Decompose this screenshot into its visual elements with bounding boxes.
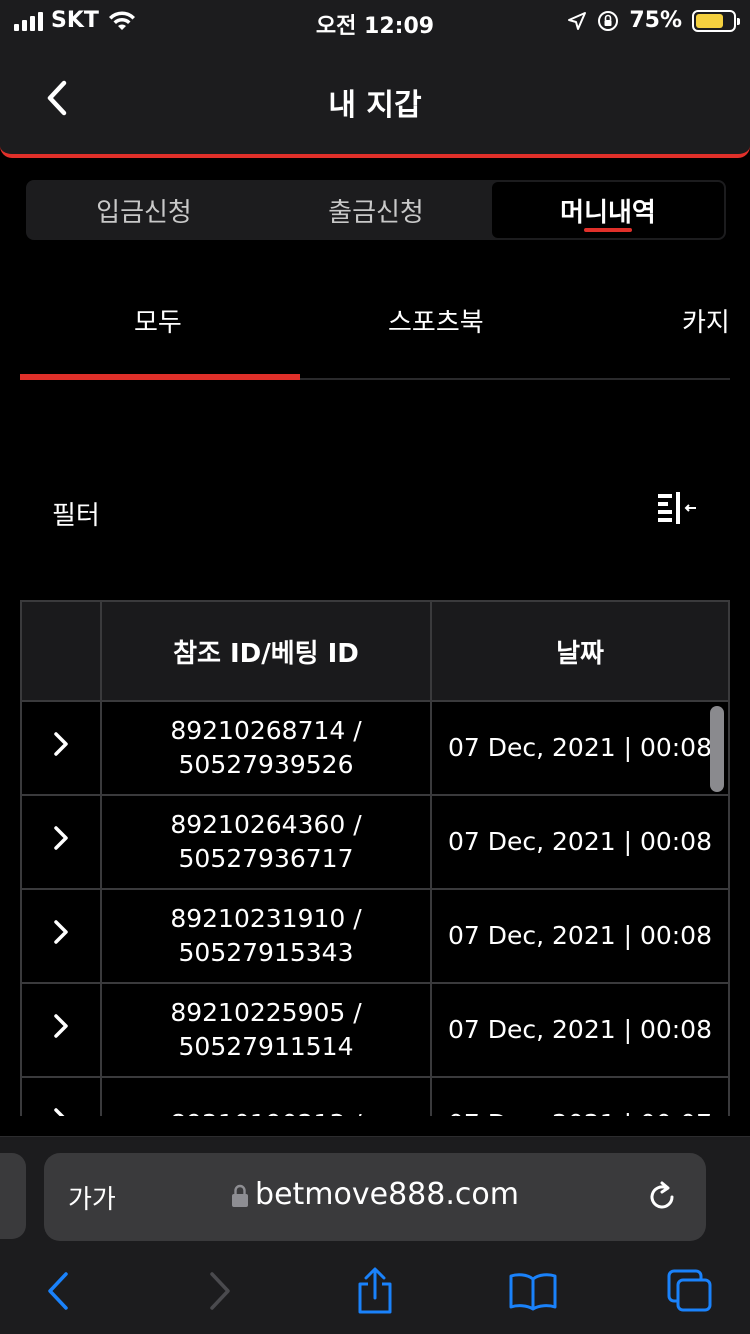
browser-back-button[interactable] [38, 1265, 78, 1317]
date-cell: 07 Dec, 2021 | 00:08 [430, 700, 730, 796]
browser-forward-button[interactable] [200, 1265, 240, 1317]
date-cell: 07 Dec, 2021 | 00:08 [430, 794, 730, 890]
header-date: 날짜 [430, 600, 730, 702]
wallet-segment-tabs: 입금신청 출금신청 머니내역 [26, 180, 726, 240]
bookmarks-button[interactable] [506, 1265, 560, 1317]
chevron-right-icon [54, 919, 68, 944]
expand-row-button[interactable] [20, 794, 102, 890]
filter-label: 필터 [52, 501, 100, 531]
filter-toggle-button[interactable] [656, 490, 700, 530]
reference-id-cell: 89210264360 / 50527936717 [100, 794, 432, 890]
address-bar[interactable]: 가가 betmove888.com [44, 1153, 706, 1241]
reference-id-cell: 89210190213 / [100, 1076, 432, 1116]
reference-id: 89210225905 / [170, 998, 362, 1028]
tabs-button[interactable] [666, 1265, 714, 1317]
tab-label: 출금신청 [328, 197, 424, 228]
orientation-lock-icon [598, 10, 619, 31]
bet-id: 50527911514 [178, 1032, 354, 1061]
chevron-right-icon [54, 1107, 65, 1116]
reference-id-cell: 89210268714 / 50527939526 [100, 700, 432, 796]
active-category-indicator [20, 374, 300, 380]
battery-icon [692, 9, 740, 32]
reload-button[interactable] [644, 1179, 680, 1215]
chevron-right-icon [54, 1013, 68, 1038]
url-display[interactable]: betmove888.com [44, 1177, 706, 1212]
tab-all[interactable]: 모두 [134, 302, 182, 339]
status-bar: SKT 오전 12:09 75% [0, 0, 750, 40]
reference-id: 89210231910 / [170, 904, 362, 934]
reference-id: 89210264360 / [170, 810, 362, 840]
location-arrow-icon [568, 11, 587, 30]
table-scrollbar[interactable] [710, 706, 724, 792]
page-title: 내 지갑 [328, 88, 422, 123]
reference-id: 89210268714 / [170, 716, 362, 746]
tab-casino[interactable]: 카지 [682, 302, 730, 339]
tab-label: 입금신청 [96, 197, 192, 228]
tab-money-history[interactable]: 머니내역 [492, 182, 724, 238]
date-cell: 07 Dec, 2021 | 00:08 [430, 888, 730, 984]
reference-id: 89210190213 / [102, 1107, 430, 1116]
chevron-right-icon [210, 1272, 230, 1310]
table-row[interactable]: 89210225905 / 50527911514 07 Dec, 2021 |… [20, 982, 730, 1078]
table-header-row: 참조 ID/베팅 ID 날짜 [20, 600, 730, 702]
share-icon [358, 1267, 392, 1314]
chevron-left-icon [48, 1272, 68, 1310]
bet-id: 50527936717 [178, 844, 354, 873]
tabs-icon [667, 1269, 712, 1312]
url-text: betmove888.com [255, 1177, 519, 1212]
previous-tab-preview[interactable] [0, 1153, 26, 1239]
reference-id-cell: 89210231910 / 50527915343 [100, 888, 432, 984]
expand-row-button[interactable] [20, 1076, 102, 1116]
tab-deposit-request[interactable]: 입금신청 [28, 182, 260, 238]
tab-sportsbook[interactable]: 스포츠북 [388, 302, 484, 339]
table-row[interactable]: 89210190213 / 07 Dec, 2021 | 00:07 [20, 1076, 730, 1116]
filter-collapse-icon [658, 492, 696, 524]
active-tab-underline [584, 228, 632, 232]
date-cell: 07 Dec, 2021 | 00:08 [430, 982, 730, 1078]
bet-id: 50527915343 [178, 938, 354, 967]
bookmarks-icon [509, 1273, 557, 1311]
money-history-table: 참조 ID/베팅 ID 날짜 89210268714 / 50527939526… [20, 600, 730, 1116]
history-table-container[interactable]: 참조 ID/베팅 ID 날짜 89210268714 / 50527939526… [20, 600, 730, 1116]
battery-percent: 75% [629, 8, 682, 33]
reload-icon [650, 1181, 674, 1209]
share-button[interactable] [352, 1265, 398, 1317]
status-right: 75% [567, 8, 740, 33]
lock-icon [232, 1184, 249, 1207]
category-tabs: 모두 스포츠북 카지 [20, 280, 730, 380]
expand-row-button[interactable] [20, 700, 102, 796]
chevron-right-icon [54, 825, 68, 850]
date-cell: 07 Dec, 2021 | 00:07 [430, 1076, 730, 1116]
bet-id: 50527939526 [178, 750, 354, 779]
table-row[interactable]: 89210231910 / 50527915343 07 Dec, 2021 |… [20, 888, 730, 984]
table-row[interactable]: 89210268714 / 50527939526 07 Dec, 2021 |… [20, 700, 730, 796]
expand-row-button[interactable] [20, 888, 102, 984]
chevron-right-icon [54, 731, 68, 756]
table-row[interactable]: 89210264360 / 50527936717 07 Dec, 2021 |… [20, 794, 730, 890]
header-reference-id: 참조 ID/베팅 ID [100, 600, 432, 702]
safari-toolbar: 가가 betmove888.com [0, 1136, 750, 1334]
page-header: 내 지갑 [0, 40, 750, 158]
tab-withdraw-request[interactable]: 출금신청 [260, 182, 492, 238]
tab-label: 머니내역 [560, 197, 656, 228]
header-expand [20, 600, 102, 702]
expand-row-button[interactable] [20, 982, 102, 1078]
reference-id-cell: 89210225905 / 50527911514 [100, 982, 432, 1078]
